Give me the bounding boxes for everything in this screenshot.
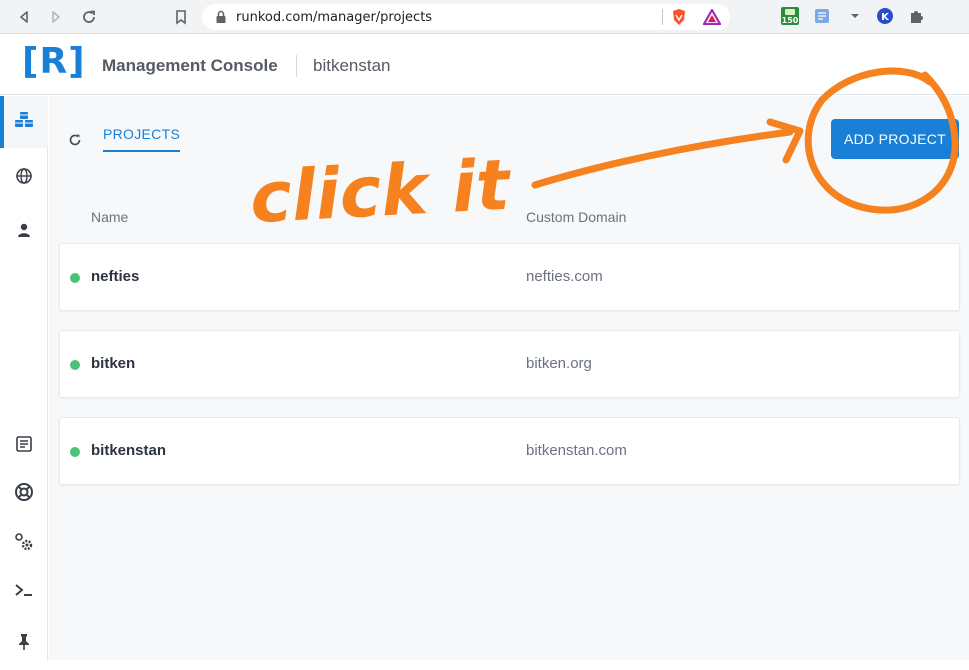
project-domain: bitkenstan.com: [526, 442, 627, 459]
user-icon: [16, 222, 32, 242]
terminal-icon: [14, 582, 34, 602]
table-row[interactable]: bitken bitken.org: [59, 330, 960, 398]
project-name: bitkenstan: [91, 442, 167, 459]
status-indicator: [70, 273, 80, 283]
extension-counter-icon[interactable]: 150: [780, 6, 800, 26]
svg-text:K: K: [881, 12, 890, 23]
runkod-logo[interactable]: [R]: [22, 41, 86, 82]
column-header-domain: Custom Domain: [526, 209, 627, 225]
sidebar-item-pin[interactable]: [0, 618, 48, 670]
sidebar-item-projects[interactable]: [0, 96, 48, 148]
brave-rewards-icon[interactable]: [702, 7, 722, 27]
address-bar[interactable]: runkod.com/manager/projects: [202, 4, 730, 30]
status-indicator: [70, 447, 80, 457]
keplr-extension-icon[interactable]: K: [875, 6, 895, 26]
project-domain: nefties.com: [526, 268, 603, 285]
sidebar-item-settings[interactable]: [0, 518, 48, 570]
project-name: nefties: [91, 268, 140, 285]
header-divider: [296, 55, 297, 77]
sidebar-item-console[interactable]: [0, 566, 48, 618]
refresh-icon[interactable]: [65, 130, 85, 150]
tab-projects[interactable]: PROJECTS: [103, 126, 181, 152]
project-name: bitken: [91, 355, 136, 372]
project-domain: bitken.org: [526, 355, 592, 372]
settings-icon: [13, 531, 35, 557]
browser-toolbar: runkod.com/manager/projects 150 K: [0, 0, 969, 34]
url-text: runkod.com/manager/projects: [236, 9, 433, 25]
sidebar-item-domains[interactable]: [0, 152, 48, 204]
lock-icon: [214, 10, 228, 24]
status-indicator: [70, 360, 80, 370]
lifebuoy-icon: [14, 482, 34, 506]
table-row[interactable]: bitkenstan bitkenstan.com: [59, 417, 960, 485]
extensions-dropdown-icon[interactable]: [845, 6, 865, 26]
forward-icon[interactable]: [46, 7, 66, 27]
brave-shield-icon[interactable]: [669, 7, 689, 27]
sidebar-item-account[interactable]: [0, 206, 48, 258]
page-title: Management Console: [102, 56, 278, 75]
back-icon[interactable]: [14, 7, 34, 27]
bookmark-icon[interactable]: [171, 7, 191, 27]
sidebar-item-support[interactable]: [0, 468, 48, 520]
puzzle-extensions-icon[interactable]: [907, 6, 927, 26]
cubes-icon: [14, 111, 34, 133]
account-name[interactable]: bitkenstan: [313, 56, 391, 76]
reload-icon[interactable]: [79, 7, 99, 27]
document-icon: [15, 435, 33, 457]
main-content: PROJECTS ADD PROJECT Name Custom Domain …: [49, 96, 969, 660]
sidebar: [0, 96, 48, 660]
app-header: [R] Management Console bitkenstan: [0, 35, 969, 95]
sidebar-item-docs[interactable]: [0, 420, 48, 472]
url-divider: [662, 9, 663, 25]
pin-icon: [17, 633, 31, 655]
add-project-button[interactable]: ADD PROJECT: [831, 119, 959, 159]
extension-badge-count: 150: [782, 16, 799, 25]
column-header-name: Name: [91, 209, 129, 225]
table-row[interactable]: nefties nefties.com: [59, 243, 960, 311]
notes-extension-icon[interactable]: [812, 6, 832, 26]
globe-icon: [15, 167, 33, 189]
